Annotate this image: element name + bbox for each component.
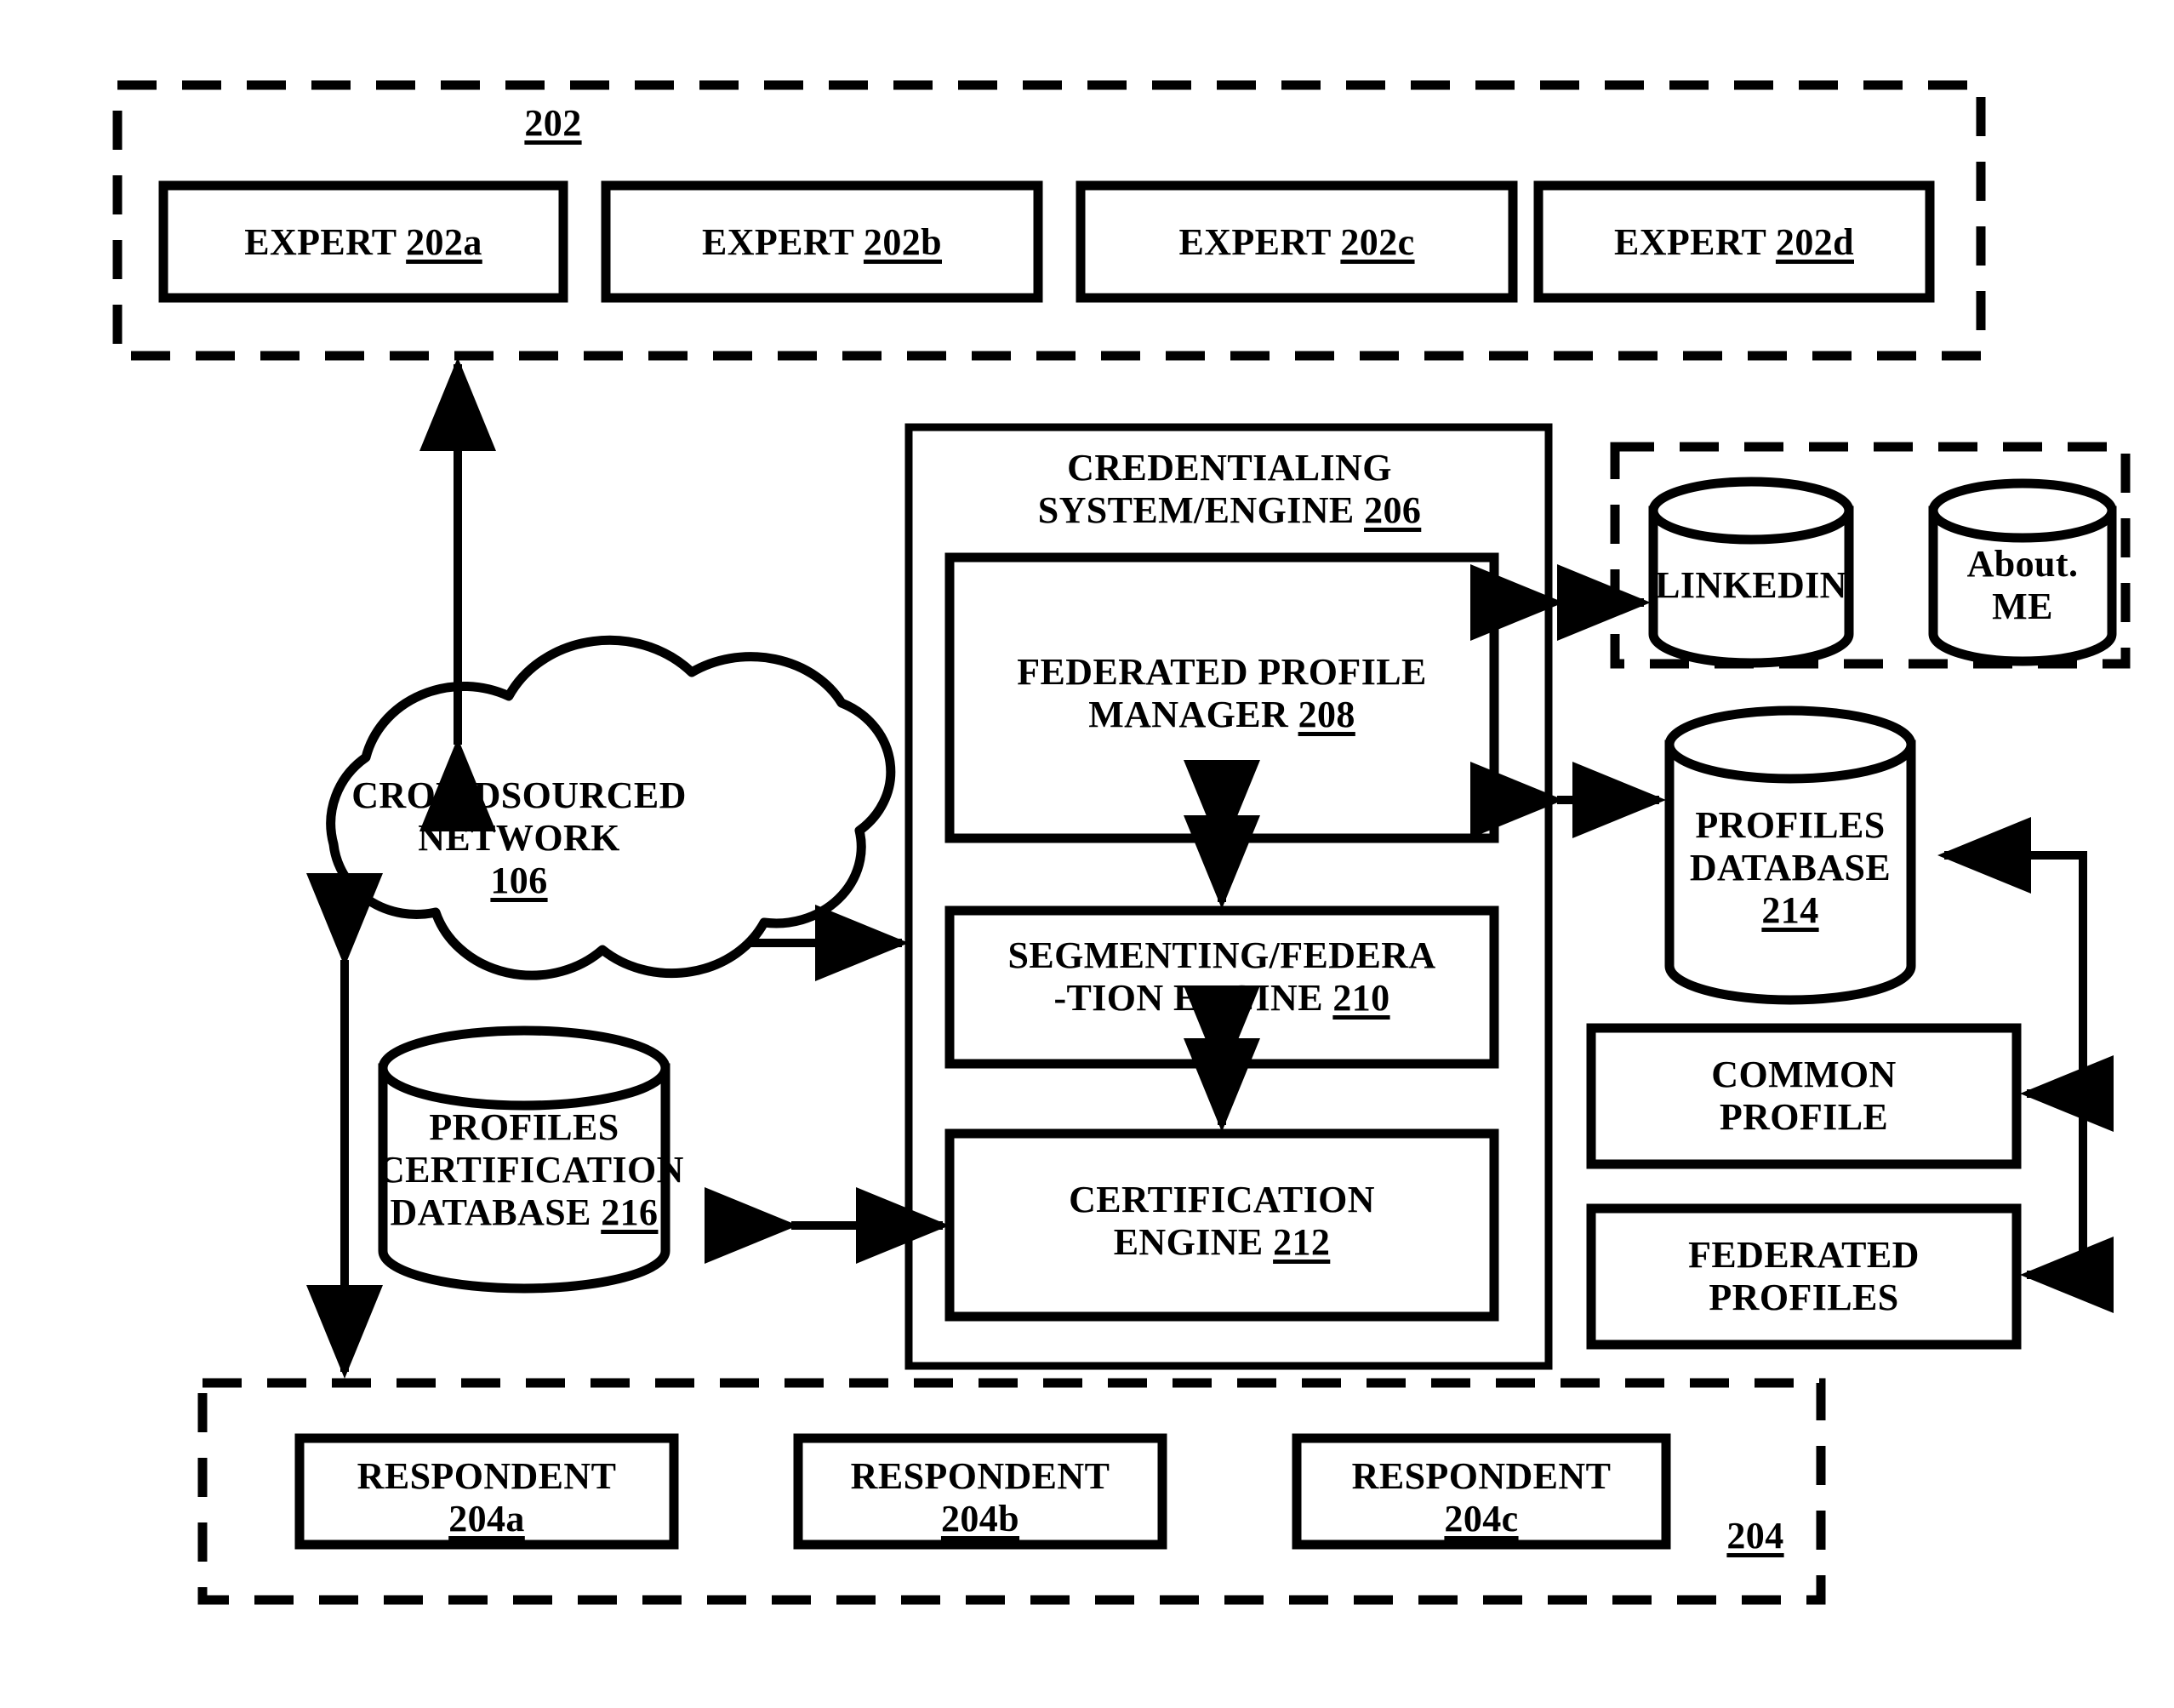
expert-name-202a: EXPERT — [244, 221, 407, 263]
aboutme-line2: ME — [1992, 586, 2053, 628]
expert-ref-202c: 202c — [1340, 221, 1415, 263]
aboutme-label: About. ME — [1933, 543, 2112, 628]
expert-label-202a: EXPERT 202a — [163, 221, 563, 264]
experts-group-tag: 202 — [524, 102, 582, 144]
linkedin-label: LINKEDIN — [1655, 564, 1847, 606]
expert-ref-202a: 202a — [406, 221, 482, 263]
crowdsourced-network-label: CROWDSOURCED NETWORK 106 — [281, 774, 757, 902]
credentialing-title-line1: CREDENTIALING — [1067, 447, 1392, 488]
respondent-name-204b: RESPONDENT — [850, 1455, 1110, 1497]
figure-canvas: 202 EXPERT 202a EXPERT 202b EXPERT 202c … — [0, 0, 2174, 1708]
expert-name-202c: EXPERT — [1178, 221, 1341, 263]
expert-name-202d: EXPERT — [1613, 221, 1776, 263]
expert-ref-202d: 202d — [1775, 221, 1854, 263]
respondent-name-204a: RESPONDENT — [357, 1455, 617, 1497]
pcdb-line3: DATABASE — [390, 1191, 602, 1234]
credentialing-system-title: CREDENTIALING SYSTEM/ENGINE 206 — [927, 447, 1532, 532]
profiles-certification-database-label: PROFILES CERTIFICATION DATABASE 216 — [378, 1106, 683, 1234]
bracket-profiles-db-to-federated-profiles — [2019, 1094, 2114, 1313]
credentialing-ref: 206 — [1364, 489, 1422, 532]
federated-profiles-line1: FEDERATED — [1688, 1234, 1920, 1276]
expert-label-202d: EXPERT 202d — [1538, 221, 1930, 264]
pcdb-ref: 216 — [601, 1191, 659, 1234]
sfe-ref: 210 — [1332, 977, 1390, 1020]
respondent-ref-204a: 204a — [448, 1498, 525, 1540]
sfe-line1: SEGMENTING/FEDERA — [1007, 934, 1436, 976]
federated-profiles-line2: PROFILES — [1709, 1277, 1899, 1319]
certification-engine-label: CERTIFICATION ENGINE 212 — [950, 1179, 1494, 1264]
experts-group-container — [112, 80, 1986, 361]
ce-line1: CERTIFICATION — [1069, 1179, 1375, 1220]
federated-profiles-label: FEDERATED PROFILES — [1591, 1234, 2017, 1319]
credentialing-title-line2: SYSTEM/ENGINE — [1037, 489, 1365, 532]
expert-ref-202b: 202b — [863, 221, 942, 263]
pdb-line2: DATABASE — [1689, 847, 1892, 889]
fpm-line2: MANAGER — [1088, 694, 1298, 736]
network-ref: 106 — [490, 860, 548, 902]
expert-label-202b: EXPERT 202b — [606, 221, 1038, 264]
pcdb-line1: PROFILES — [429, 1106, 619, 1148]
ce-line2: ENGINE — [1113, 1221, 1274, 1264]
federated-profile-manager-label: FEDERATED PROFILE MANAGER 208 — [950, 651, 1494, 736]
respondents-group-tag: 204 — [1726, 1515, 1784, 1557]
pcdb-line2: CERTIFICATION — [378, 1149, 684, 1191]
respondent-ref-204c: 204c — [1444, 1498, 1519, 1540]
expert-label-202c: EXPERT 202c — [1081, 221, 1513, 264]
fpm-ref: 208 — [1298, 694, 1355, 736]
pdb-line1: PROFILES — [1695, 804, 1886, 846]
pdb-ref: 214 — [1761, 889, 1819, 932]
respondent-name-204c: RESPONDENT — [1351, 1455, 1612, 1497]
network-line1: CROWDSOURCED — [351, 774, 687, 816]
common-profile-line2: PROFILE — [1719, 1096, 1889, 1139]
expert-name-202b: EXPERT — [701, 221, 864, 263]
common-profile-label: COMMON PROFILE — [1591, 1054, 2017, 1139]
ce-ref: 212 — [1273, 1221, 1331, 1264]
aboutme-line1: About. — [1966, 543, 2079, 585]
fpm-line1: FEDERATED PROFILE — [1017, 651, 1427, 693]
segmenting-federation-engine-label: SEGMENTING/FEDERA -TION ENGINE 210 — [944, 934, 1499, 1020]
network-line2: NETWORK — [418, 817, 620, 860]
common-profile-line1: COMMON — [1711, 1054, 1897, 1095]
profiles-database-label: PROFILES DATABASE 214 — [1669, 804, 1911, 932]
respondent-label-204c: RESPONDENT 204c — [1297, 1455, 1666, 1540]
respondent-label-204b: RESPONDENT 204b — [798, 1455, 1162, 1540]
respondent-label-204a: RESPONDENT 204a — [300, 1455, 674, 1540]
respondent-ref-204b: 204b — [940, 1498, 1020, 1540]
sfe-line2: -TION ENGINE — [1053, 977, 1333, 1020]
